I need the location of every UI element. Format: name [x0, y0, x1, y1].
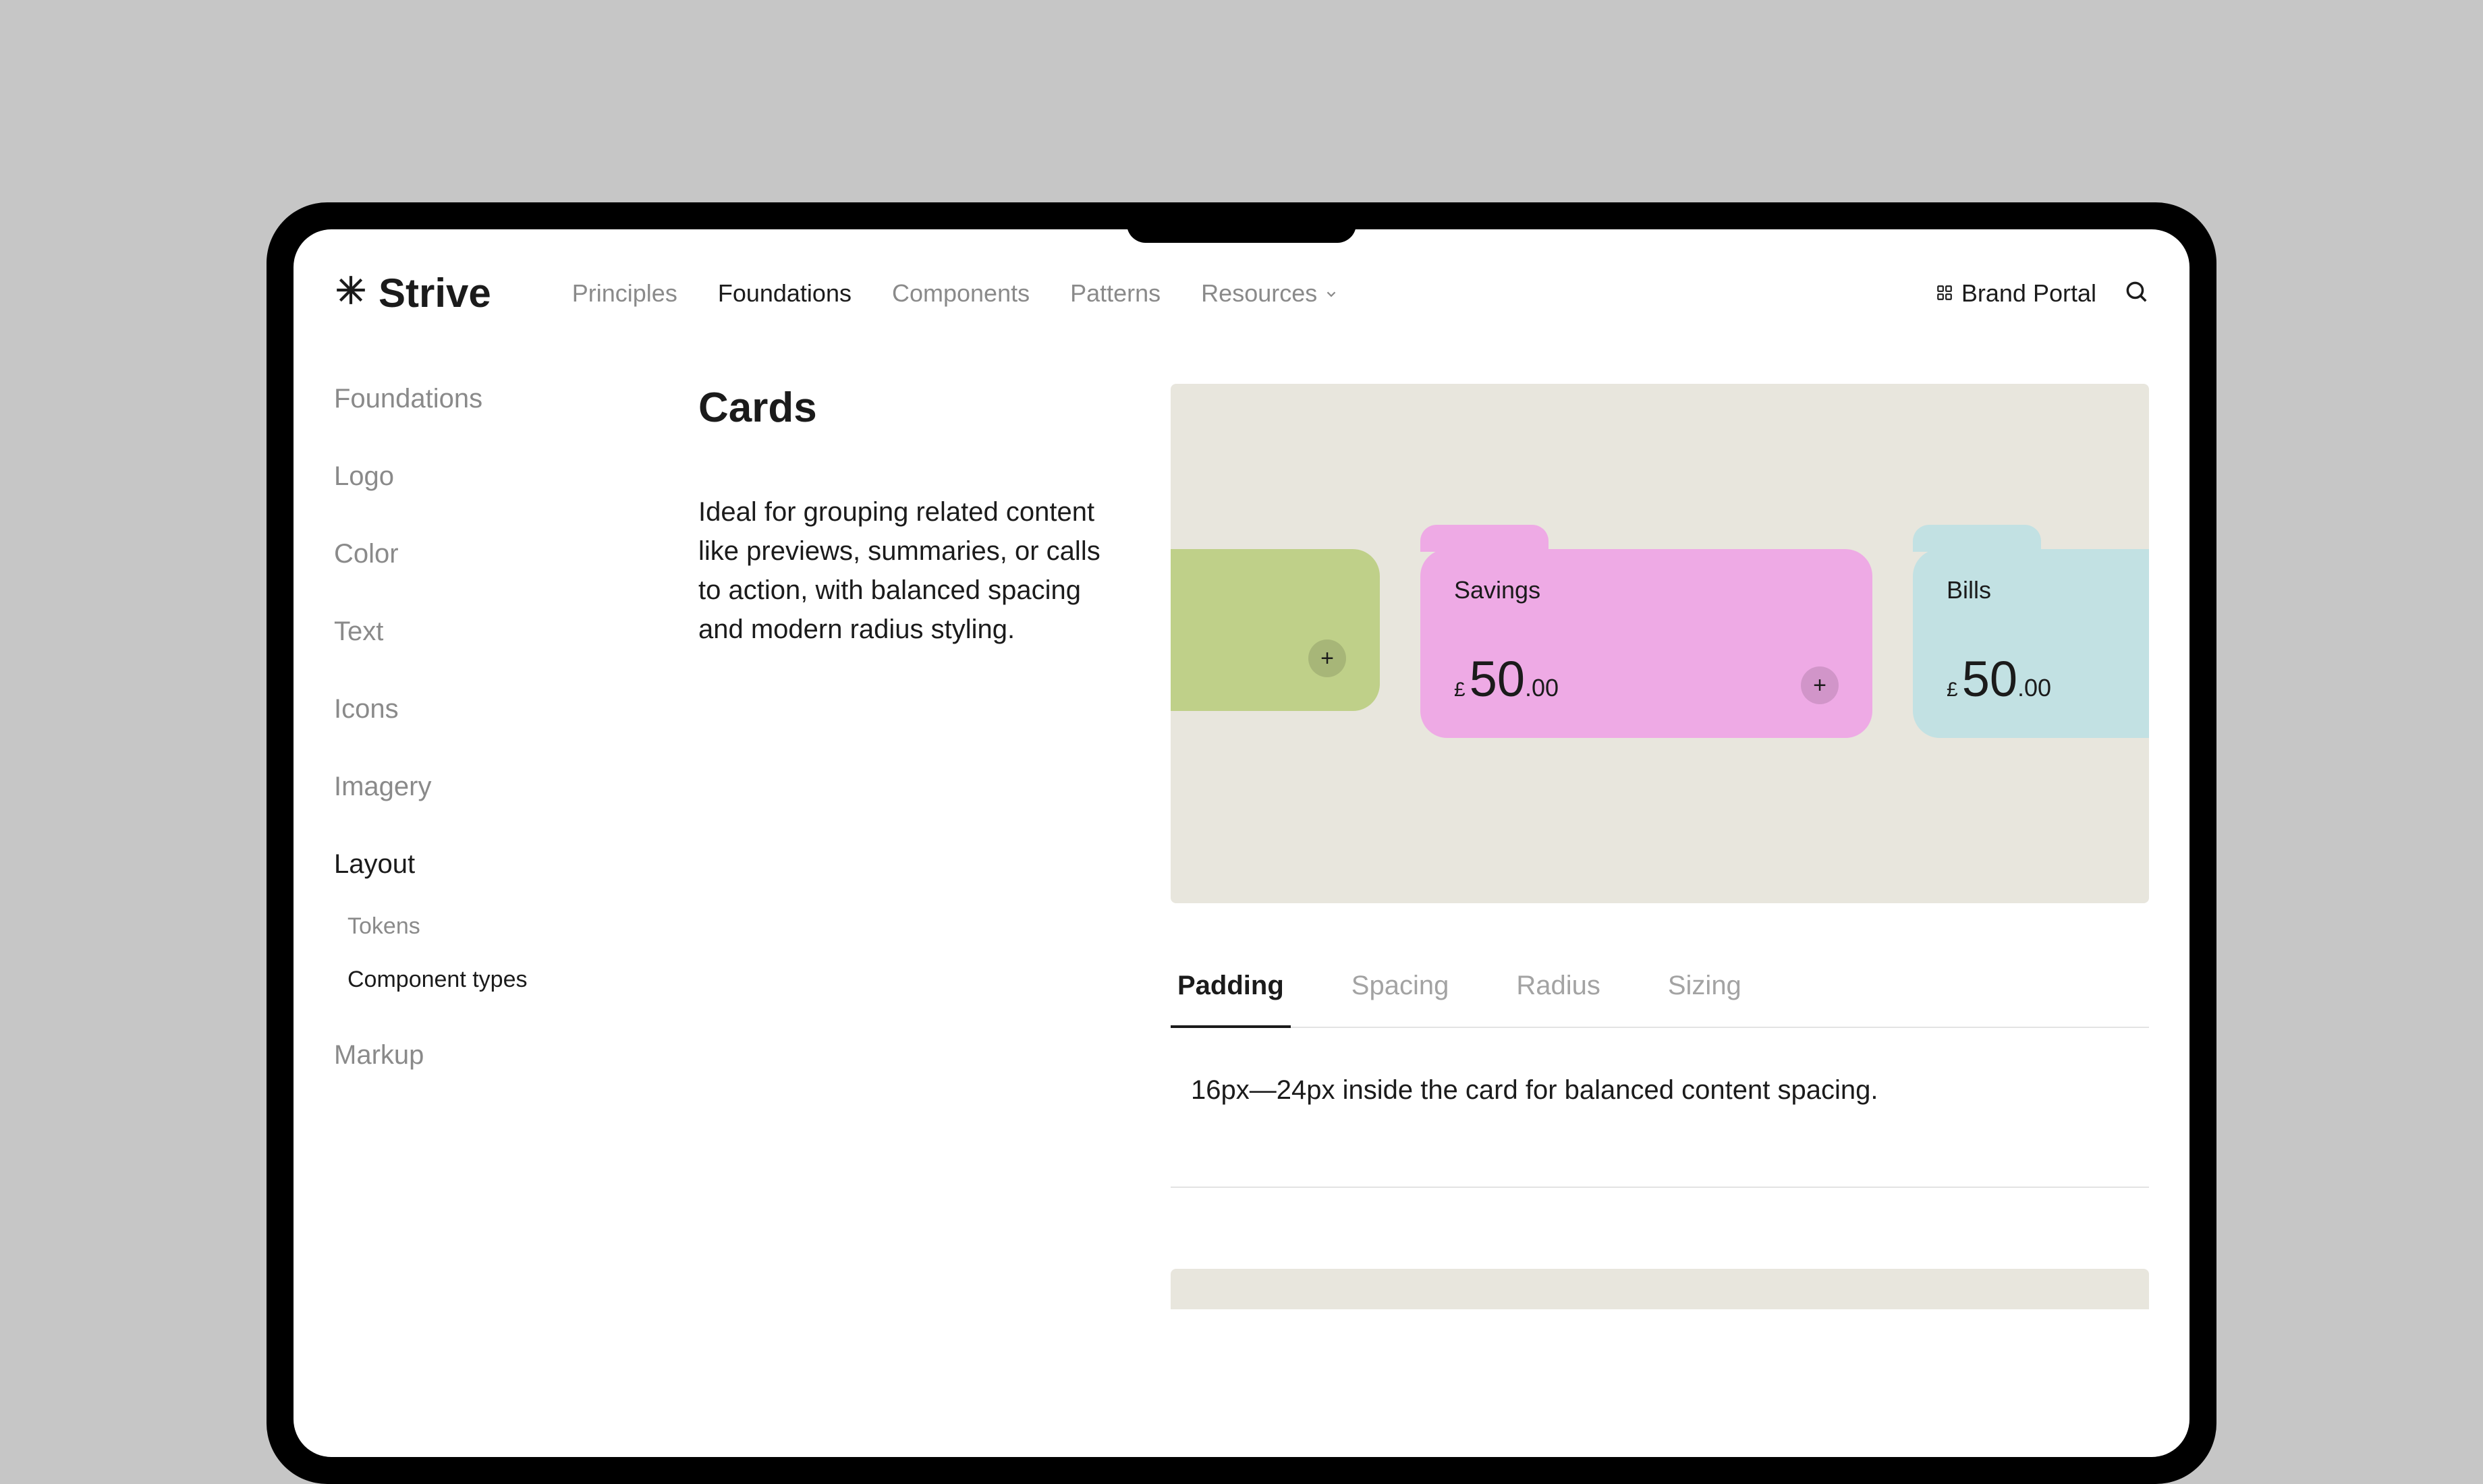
content: Cards Ideal for grouping related content…: [698, 384, 2149, 1309]
add-button[interactable]: +: [1801, 666, 1839, 704]
card-amount-row: £ 50 .00 +: [1947, 654, 2149, 704]
card-amount: £ 50 .00: [1454, 654, 1559, 704]
preview-card-bills: Bills £ 50 .00 +: [1913, 549, 2149, 738]
nav-label: Resources: [1201, 279, 1317, 308]
sidebar-label: Imagery: [334, 772, 432, 801]
sidebar: Foundations Logo Color Text Icons Imager…: [334, 384, 617, 1309]
sidebar-subitems: Tokens Component types: [334, 913, 617, 993]
sidebar-item-color[interactable]: Color: [334, 539, 617, 569]
sidebar-label: Layout: [334, 849, 415, 879]
content-row: Cards Ideal for grouping related content…: [698, 384, 2149, 903]
currency-symbol: £: [1454, 679, 1466, 702]
page-description: Ideal for grouping related content like …: [698, 492, 1117, 649]
sidebar-label: Color: [334, 539, 399, 569]
sidebar-label: Foundations: [334, 384, 482, 413]
amount-major: 50: [1962, 654, 2017, 704]
brand-portal-label: Brand Portal: [1961, 279, 2096, 308]
device-notch: [1127, 202, 1356, 243]
tab-spacing[interactable]: Spacing: [1345, 971, 1456, 1028]
page-title: Cards: [698, 384, 1117, 432]
sidebar-sublabel: Component types: [347, 967, 528, 992]
card-amount-row: £ 50 .00 +: [1171, 627, 1346, 677]
sidebar-label: Logo: [334, 461, 394, 491]
preview-cards-row: £ 50 .00 + Savings: [1171, 549, 2149, 738]
preview-card-savings: Savings £ 50 .00 +: [1420, 549, 1872, 738]
sidebar-item-markup[interactable]: Markup: [334, 1040, 617, 1071]
grid-icon: [1936, 279, 1953, 308]
nav-principles[interactable]: Principles: [572, 279, 677, 308]
card-label: Savings: [1454, 576, 1839, 604]
content-intro: Cards Ideal for grouping related content…: [698, 384, 1117, 903]
tab-content: 16px—24px inside the card for balanced c…: [1171, 1028, 2149, 1187]
amount-minor: .00: [2017, 674, 2051, 702]
sidebar-item-logo[interactable]: Logo: [334, 461, 617, 492]
device-frame: Strive Principles Foundations Components…: [267, 202, 2216, 1484]
sidebar-item-text[interactable]: Text: [334, 617, 617, 647]
tab-label: Sizing: [1668, 971, 1741, 1000]
nav-label: Foundations: [718, 279, 852, 308]
nav-right: Brand Portal: [1936, 279, 2149, 308]
plus-icon: +: [1320, 646, 1334, 672]
sidebar-label: Markup: [334, 1040, 424, 1070]
app-screen: Strive Principles Foundations Components…: [294, 229, 2189, 1457]
amount-major: 50: [1470, 654, 1525, 704]
asterisk-icon: [334, 270, 368, 316]
card-label: Bills: [1947, 576, 2149, 604]
property-tabs: Padding Spacing Radius Sizing: [1171, 971, 2149, 1028]
plus-icon: +: [1813, 673, 1826, 699]
search-icon[interactable]: [2123, 279, 2149, 308]
sidebar-item-imagery[interactable]: Imagery: [334, 772, 617, 802]
tab-label: Spacing: [1351, 971, 1449, 1000]
nav-label: Patterns: [1070, 279, 1161, 308]
add-button[interactable]: +: [1308, 639, 1346, 677]
nav-label: Principles: [572, 279, 677, 308]
tabs-section: Padding Spacing Radius Sizing 16px—24px …: [1171, 971, 2149, 1187]
brand-name: Strive: [379, 270, 491, 316]
tab-label: Padding: [1177, 971, 1284, 1000]
amount-minor: .00: [1525, 674, 1559, 702]
tab-sizing[interactable]: Sizing: [1661, 971, 1748, 1028]
sidebar-subitem-tokens[interactable]: Tokens: [347, 913, 617, 940]
nav-patterns[interactable]: Patterns: [1070, 279, 1161, 308]
sidebar-item-layout[interactable]: Layout: [334, 849, 617, 880]
card-amount-row: £ 50 .00 +: [1454, 654, 1839, 704]
sidebar-item-foundations[interactable]: Foundations: [334, 384, 617, 414]
sidebar-subitem-component-types[interactable]: Component types: [347, 967, 617, 993]
card-amount: £ 50 .00: [1947, 654, 2051, 704]
primary-nav: Principles Foundations Components Patter…: [572, 279, 1895, 308]
sidebar-label: Icons: [334, 694, 399, 724]
sidebar-item-icons[interactable]: Icons: [334, 694, 617, 724]
main: Foundations Logo Color Text Icons Imager…: [294, 343, 2189, 1309]
tab-radius[interactable]: Radius: [1509, 971, 1607, 1028]
next-section-preview: [1171, 1269, 2149, 1309]
nav-label: Components: [892, 279, 1030, 308]
brand[interactable]: Strive: [334, 270, 491, 316]
cards-preview-panel: £ 50 .00 + Savings: [1171, 384, 2149, 903]
topbar: Strive Principles Foundations Components…: [294, 229, 2189, 343]
chevron-down-icon: [1324, 279, 1339, 308]
sidebar-sublabel: Tokens: [347, 913, 420, 939]
tab-label: Radius: [1516, 971, 1600, 1000]
brand-portal-link[interactable]: Brand Portal: [1936, 279, 2096, 308]
sidebar-label: Text: [334, 617, 383, 646]
nav-components[interactable]: Components: [892, 279, 1030, 308]
nav-resources[interactable]: Resources: [1201, 279, 1339, 308]
preview-card-green: £ 50 .00 +: [1171, 549, 1380, 711]
tab-padding[interactable]: Padding: [1171, 971, 1291, 1028]
currency-symbol: £: [1947, 679, 1958, 702]
nav-foundations[interactable]: Foundations: [718, 279, 852, 308]
section-divider: [1171, 1187, 2149, 1188]
